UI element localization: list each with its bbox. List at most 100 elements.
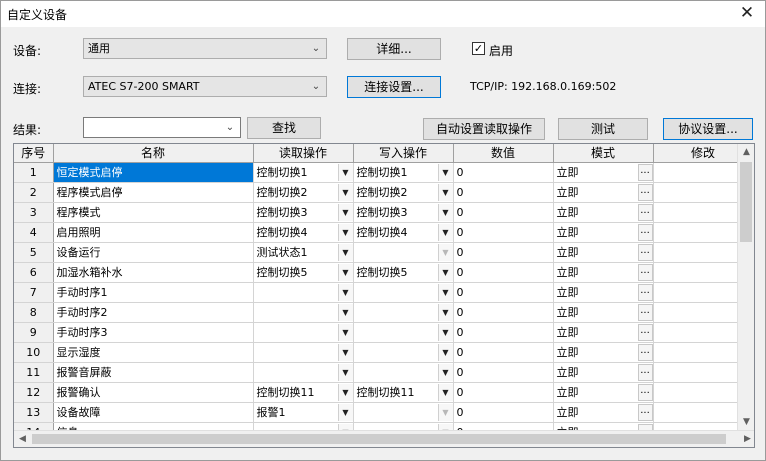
name-cell[interactable]: 程序模式 (53, 202, 254, 223)
write-op-cell[interactable]: 控制切换3 ▼ (353, 202, 454, 223)
close-icon[interactable]: ✕ (735, 2, 759, 24)
name-cell[interactable]: 程序模式启停 (53, 182, 254, 203)
write-op-cell[interactable]: 控制切换1 ▼ (353, 162, 454, 183)
name-cell[interactable]: 设备故障 (53, 402, 254, 423)
connection-settings-button[interactable]: 连接设置... (347, 76, 441, 98)
read-op-cell[interactable]: 控制切换4 ▼ (253, 222, 354, 243)
table-row[interactable]: 2 程序模式启停 控制切换2 ▼ 控制切换2 ▼ 0 立即... (14, 182, 754, 203)
dropdown-arrow-icon[interactable]: ▼ (337, 283, 352, 301)
ellipsis-button[interactable]: ... (637, 343, 652, 361)
table-row[interactable]: 12 报警确认 控制切换11 ▼ 控制切换11 ▼ 0 立即... (14, 382, 754, 403)
scroll-right-icon[interactable]: ▶ (739, 431, 754, 447)
table-row[interactable]: 11 报警音屏蔽 ▼ ▼ 0 立即... (14, 362, 754, 383)
dropdown-arrow-icon[interactable]: ▼ (337, 303, 352, 321)
read-op-cell[interactable]: 控制切换2 ▼ (253, 182, 354, 203)
ellipsis-button[interactable]: ... (637, 383, 652, 401)
mode-cell[interactable]: 立即... (553, 222, 654, 243)
dropdown-arrow-icon[interactable]: ▼ (337, 203, 352, 221)
row-number-cell[interactable]: 8 (14, 302, 54, 323)
ellipsis-button[interactable]: ... (637, 223, 652, 241)
table-row[interactable]: 13 设备故障 报警1 ▼ ▼ 0 立即... (14, 402, 754, 423)
row-number-cell[interactable]: 13 (14, 402, 54, 423)
write-op-cell[interactable]: ▼ (353, 302, 454, 323)
write-op-cell[interactable]: ▼ (353, 362, 454, 383)
value-cell[interactable]: 0 (453, 162, 554, 183)
write-op-cell[interactable]: ▼ (353, 322, 454, 343)
protocol-settings-button[interactable]: 协议设置... (663, 118, 753, 140)
write-op-cell[interactable]: 控制切换2 ▼ (353, 182, 454, 203)
dropdown-arrow-icon[interactable]: ▼ (337, 223, 352, 241)
value-cell[interactable]: 0 (453, 302, 554, 323)
read-op-cell[interactable]: 控制切换1 ▼ (253, 162, 354, 183)
connection-select[interactable]: ATEC S7-200 SMART ⌄ (83, 76, 327, 97)
name-cell[interactable]: 启用照明 (53, 222, 254, 243)
ellipsis-button[interactable]: ... (637, 163, 652, 181)
auto-read-button[interactable]: 自动设置读取操作 (423, 118, 545, 140)
table-row[interactable]: 3 程序模式 控制切换3 ▼ 控制切换3 ▼ 0 立即... (14, 202, 754, 223)
detail-button[interactable]: 详细... (347, 38, 441, 60)
ellipsis-button[interactable]: ... (637, 283, 652, 301)
read-op-cell[interactable]: 测试状态1 ▼ (253, 242, 354, 263)
mode-cell[interactable]: 立即... (553, 362, 654, 383)
write-op-cell[interactable]: ▼ (353, 242, 454, 263)
col-header-mode[interactable]: 模式 (553, 144, 654, 163)
name-cell[interactable]: 加湿水箱补水 (53, 262, 254, 283)
row-number-cell[interactable]: 4 (14, 222, 54, 243)
ellipsis-button[interactable]: ... (637, 403, 652, 421)
dropdown-arrow-icon[interactable]: ▼ (437, 163, 452, 181)
table-row[interactable]: 10 显示湿度 ▼ ▼ 0 立即... (14, 342, 754, 363)
col-header-value[interactable]: 数值 (453, 144, 554, 163)
table-row[interactable]: 6 加湿水箱补水 控制切换5 ▼ 控制切换5 ▼ 0 立即... (14, 262, 754, 283)
table-row[interactable]: 8 手动时序2 ▼ ▼ 0 立即... (14, 302, 754, 323)
dropdown-arrow-icon[interactable]: ▼ (337, 403, 352, 421)
read-op-cell[interactable]: 控制切换5 ▼ (253, 262, 354, 283)
table-row[interactable]: 1 恒定模式启停 控制切换1 ▼ 控制切换1 ▼ 0 立即... (14, 162, 754, 183)
row-number-cell[interactable]: 3 (14, 202, 54, 223)
value-cell[interactable]: 0 (453, 262, 554, 283)
horizontal-scrollbar[interactable]: ◀ ▶ (14, 430, 754, 447)
vertical-scroll-thumb[interactable] (740, 162, 752, 242)
row-number-cell[interactable]: 6 (14, 262, 54, 283)
ellipsis-button[interactable]: ... (637, 323, 652, 341)
mode-cell[interactable]: 立即... (553, 302, 654, 323)
mode-cell[interactable]: 立即... (553, 382, 654, 403)
dropdown-arrow-icon[interactable]: ▼ (437, 303, 452, 321)
col-header-write[interactable]: 写入操作 (353, 144, 454, 163)
write-op-cell[interactable]: 控制切换5 ▼ (353, 262, 454, 283)
dropdown-arrow-icon[interactable]: ▼ (437, 323, 452, 341)
read-op-cell[interactable]: 控制切换3 ▼ (253, 202, 354, 223)
device-select[interactable]: 通用 ⌄ (83, 38, 327, 59)
dropdown-arrow-icon[interactable]: ▼ (337, 343, 352, 361)
mode-cell[interactable]: 立即... (553, 202, 654, 223)
name-cell[interactable]: 恒定模式启停 (53, 162, 254, 183)
value-cell[interactable]: 0 (453, 322, 554, 343)
value-cell[interactable]: 0 (453, 282, 554, 303)
dropdown-arrow-icon[interactable]: ▼ (437, 183, 452, 201)
row-number-cell[interactable]: 12 (14, 382, 54, 403)
dropdown-arrow-icon[interactable]: ▼ (337, 243, 352, 261)
write-op-cell[interactable]: ▼ (353, 402, 454, 423)
operations-grid[interactable]: 序号 名称 读取操作 写入操作 数值 模式 修改 1 恒定模式启停 控制切换1 ▼ 控制… (13, 143, 755, 448)
value-cell[interactable]: 0 (453, 342, 554, 363)
enable-checkbox[interactable]: ✓ (472, 42, 485, 55)
scroll-left-icon[interactable]: ◀ (14, 431, 31, 447)
name-cell[interactable]: 手动时序1 (53, 282, 254, 303)
read-op-cell[interactable]: 控制切换11 ▼ (253, 382, 354, 403)
value-cell[interactable]: 0 (453, 182, 554, 203)
ellipsis-button[interactable]: ... (637, 303, 652, 321)
name-cell[interactable]: 设备运行 (53, 242, 254, 263)
ellipsis-button[interactable]: ... (637, 203, 652, 221)
ellipsis-button[interactable]: ... (637, 243, 652, 261)
dropdown-arrow-icon[interactable]: ▼ (437, 343, 452, 361)
dropdown-arrow-icon[interactable]: ▼ (437, 363, 452, 381)
write-op-cell[interactable]: ▼ (353, 342, 454, 363)
name-cell[interactable]: 报警确认 (53, 382, 254, 403)
read-op-cell[interactable]: ▼ (253, 362, 354, 383)
mode-cell[interactable]: 立即... (553, 322, 654, 343)
horizontal-scroll-thumb[interactable] (32, 434, 726, 444)
col-header-name[interactable]: 名称 (53, 144, 254, 163)
row-number-cell[interactable]: 7 (14, 282, 54, 303)
row-number-cell[interactable]: 9 (14, 322, 54, 343)
row-number-cell[interactable]: 2 (14, 182, 54, 203)
dropdown-arrow-icon[interactable]: ▼ (437, 223, 452, 241)
